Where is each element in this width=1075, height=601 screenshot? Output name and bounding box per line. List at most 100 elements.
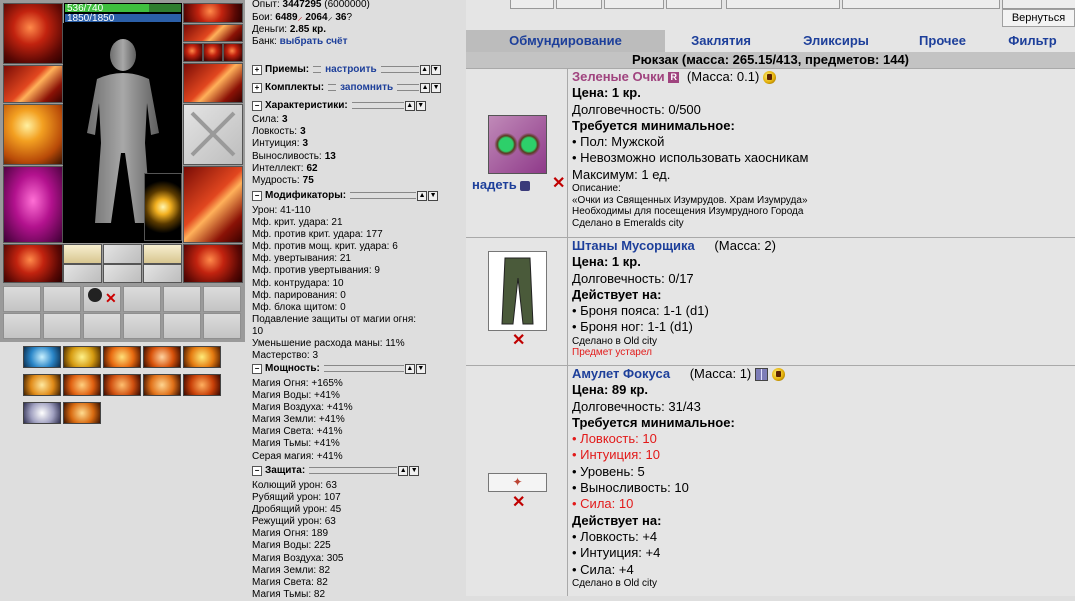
fire-spell-icon[interactable]: [103, 346, 141, 368]
pocket-slot[interactable]: [163, 286, 201, 312]
top-button[interactable]: [726, 0, 840, 9]
fire-spell-icon[interactable]: [183, 374, 221, 396]
collapse-icon[interactable]: −: [252, 190, 262, 201]
arrow-down-icon[interactable]: ▼: [415, 100, 426, 111]
separator: [350, 192, 417, 199]
scroll-slot-2[interactable]: [143, 244, 182, 264]
expand-icon[interactable]: +: [252, 82, 262, 93]
earrings-slot[interactable]: [183, 3, 243, 23]
drop-item-icon[interactable]: ✕: [552, 176, 565, 192]
sets-section-header[interactable]: + Комплекты: запомнить ▲ ▼: [252, 82, 442, 93]
eye-spell-icon[interactable]: [23, 402, 61, 424]
tab-elixirs[interactable]: Эликсиры: [777, 30, 895, 52]
light-spell-icon[interactable]: [63, 346, 101, 368]
remove-icon[interactable]: ✕: [105, 290, 117, 307]
arrow-up-icon[interactable]: ▲: [398, 465, 409, 476]
collapse-icon[interactable]: −: [252, 100, 262, 111]
weapon-slot[interactable]: [3, 104, 63, 165]
protection-section-header[interactable]: − Защита: ▲ ▼: [252, 465, 420, 476]
arrow-down-icon[interactable]: ▼: [430, 64, 441, 75]
fire-spell-icon[interactable]: [103, 374, 141, 396]
fire-spell-icon[interactable]: [63, 374, 101, 396]
fire-spell-icon[interactable]: [143, 374, 181, 396]
armor-slot[interactable]: [3, 166, 63, 243]
focus-amulet-image[interactable]: ✦: [488, 473, 547, 492]
pocket-slot[interactable]: [203, 313, 241, 339]
tab-filter[interactable]: Фильтр: [990, 30, 1075, 52]
drop-item-icon[interactable]: ✕: [512, 495, 525, 511]
wear-link[interactable]: надеть: [472, 177, 517, 192]
tricks-configure-link[interactable]: настроить: [325, 64, 376, 75]
collapse-icon[interactable]: −: [252, 465, 262, 476]
arrow-down-icon[interactable]: ▼: [415, 363, 426, 374]
rune-slot-4[interactable]: [143, 264, 182, 283]
top-button[interactable]: [666, 0, 722, 9]
fire-spell-icon[interactable]: [143, 346, 181, 368]
rune-slot-2[interactable]: [63, 264, 102, 283]
fire-spell-icon[interactable]: [63, 402, 101, 424]
collapse-icon[interactable]: −: [252, 363, 262, 374]
pocket-slot[interactable]: [43, 286, 81, 312]
pocket-slot[interactable]: [163, 313, 201, 339]
artifact-orb-icon[interactable]: [144, 173, 182, 241]
bank-select-link[interactable]: выбрать счёт: [280, 36, 348, 47]
characteristics-section-header[interactable]: − Характеристики: ▲ ▼: [252, 100, 426, 111]
scroll-slot-1[interactable]: [63, 244, 102, 264]
rune-slot-1[interactable]: [103, 244, 142, 264]
tricks-section-header[interactable]: + Приемы: настроить ▲ ▼: [252, 64, 441, 75]
arrow-up-icon[interactable]: ▲: [404, 363, 415, 374]
tab-other[interactable]: Прочее: [895, 30, 990, 52]
shield-slot[interactable]: [183, 104, 243, 165]
ring-2-slot[interactable]: [203, 43, 223, 62]
bracers-slot[interactable]: [3, 65, 63, 103]
item-name[interactable]: Зеленые Очки: [572, 69, 665, 84]
ring-1-slot[interactable]: [183, 43, 203, 62]
item-name[interactable]: Штаны Мусорщика: [572, 238, 695, 253]
drop-item-icon[interactable]: ✕: [512, 333, 525, 349]
back-button[interactable]: Вернуться: [1002, 9, 1075, 27]
arrow-up-icon[interactable]: ▲: [419, 64, 430, 75]
rune-slot-3[interactable]: [103, 264, 142, 283]
belt-slot[interactable]: [3, 244, 63, 283]
arrow-down-icon[interactable]: ▼: [409, 465, 420, 476]
helmet-slot[interactable]: [3, 3, 63, 64]
powers-section-header[interactable]: − Мощность: ▲ ▼: [252, 363, 426, 374]
top-button[interactable]: [1002, 0, 1075, 9]
water-spell-icon[interactable]: [23, 346, 61, 368]
top-button[interactable]: [556, 0, 602, 9]
arrow-up-icon[interactable]: ▲: [404, 100, 415, 111]
pocket-slot[interactable]: [43, 313, 81, 339]
boots-slot[interactable]: [183, 244, 243, 283]
pocket-slot[interactable]: ✕: [83, 286, 121, 312]
scavenger-pants-image[interactable]: [488, 251, 547, 331]
item-name[interactable]: Амулет Фокуса: [572, 366, 670, 381]
pocket-slot[interactable]: [123, 286, 161, 312]
wear-item[interactable]: надеть: [472, 177, 530, 192]
modifiers-section-header[interactable]: − Модификаторы: ▲ ▼: [252, 190, 439, 201]
amulet-slot[interactable]: [183, 24, 243, 42]
pocket-slot[interactable]: [3, 313, 41, 339]
fire-spell-icon[interactable]: [23, 374, 61, 396]
top-button[interactable]: [842, 0, 1000, 9]
tab-spells[interactable]: Заклятия: [665, 30, 777, 52]
expand-icon[interactable]: +: [252, 64, 262, 75]
leggings-slot[interactable]: [183, 166, 243, 243]
gloves-slot[interactable]: [183, 63, 243, 103]
green-goggles-image[interactable]: [488, 115, 547, 174]
arrow-down-icon[interactable]: ▼: [431, 82, 442, 93]
tab-equipment[interactable]: Обмундирование: [466, 30, 665, 52]
pocket-slot[interactable]: [203, 286, 241, 312]
top-button[interactable]: [510, 0, 554, 9]
pocket-slot[interactable]: [123, 313, 161, 339]
sets-remember-link[interactable]: запомнить: [340, 82, 393, 93]
avatar[interactable]: [63, 23, 182, 243]
pocket-slot[interactable]: [83, 313, 121, 339]
arrow-down-icon[interactable]: ▼: [428, 190, 439, 201]
arrow-up-icon[interactable]: ▲: [420, 82, 431, 93]
ring-3-slot[interactable]: [223, 43, 243, 62]
pocket-slot[interactable]: [3, 286, 41, 312]
fire-spell-icon[interactable]: [183, 346, 221, 368]
wear-icon[interactable]: [519, 180, 530, 191]
top-button[interactable]: [604, 0, 664, 9]
arrow-up-icon[interactable]: ▲: [417, 190, 428, 201]
